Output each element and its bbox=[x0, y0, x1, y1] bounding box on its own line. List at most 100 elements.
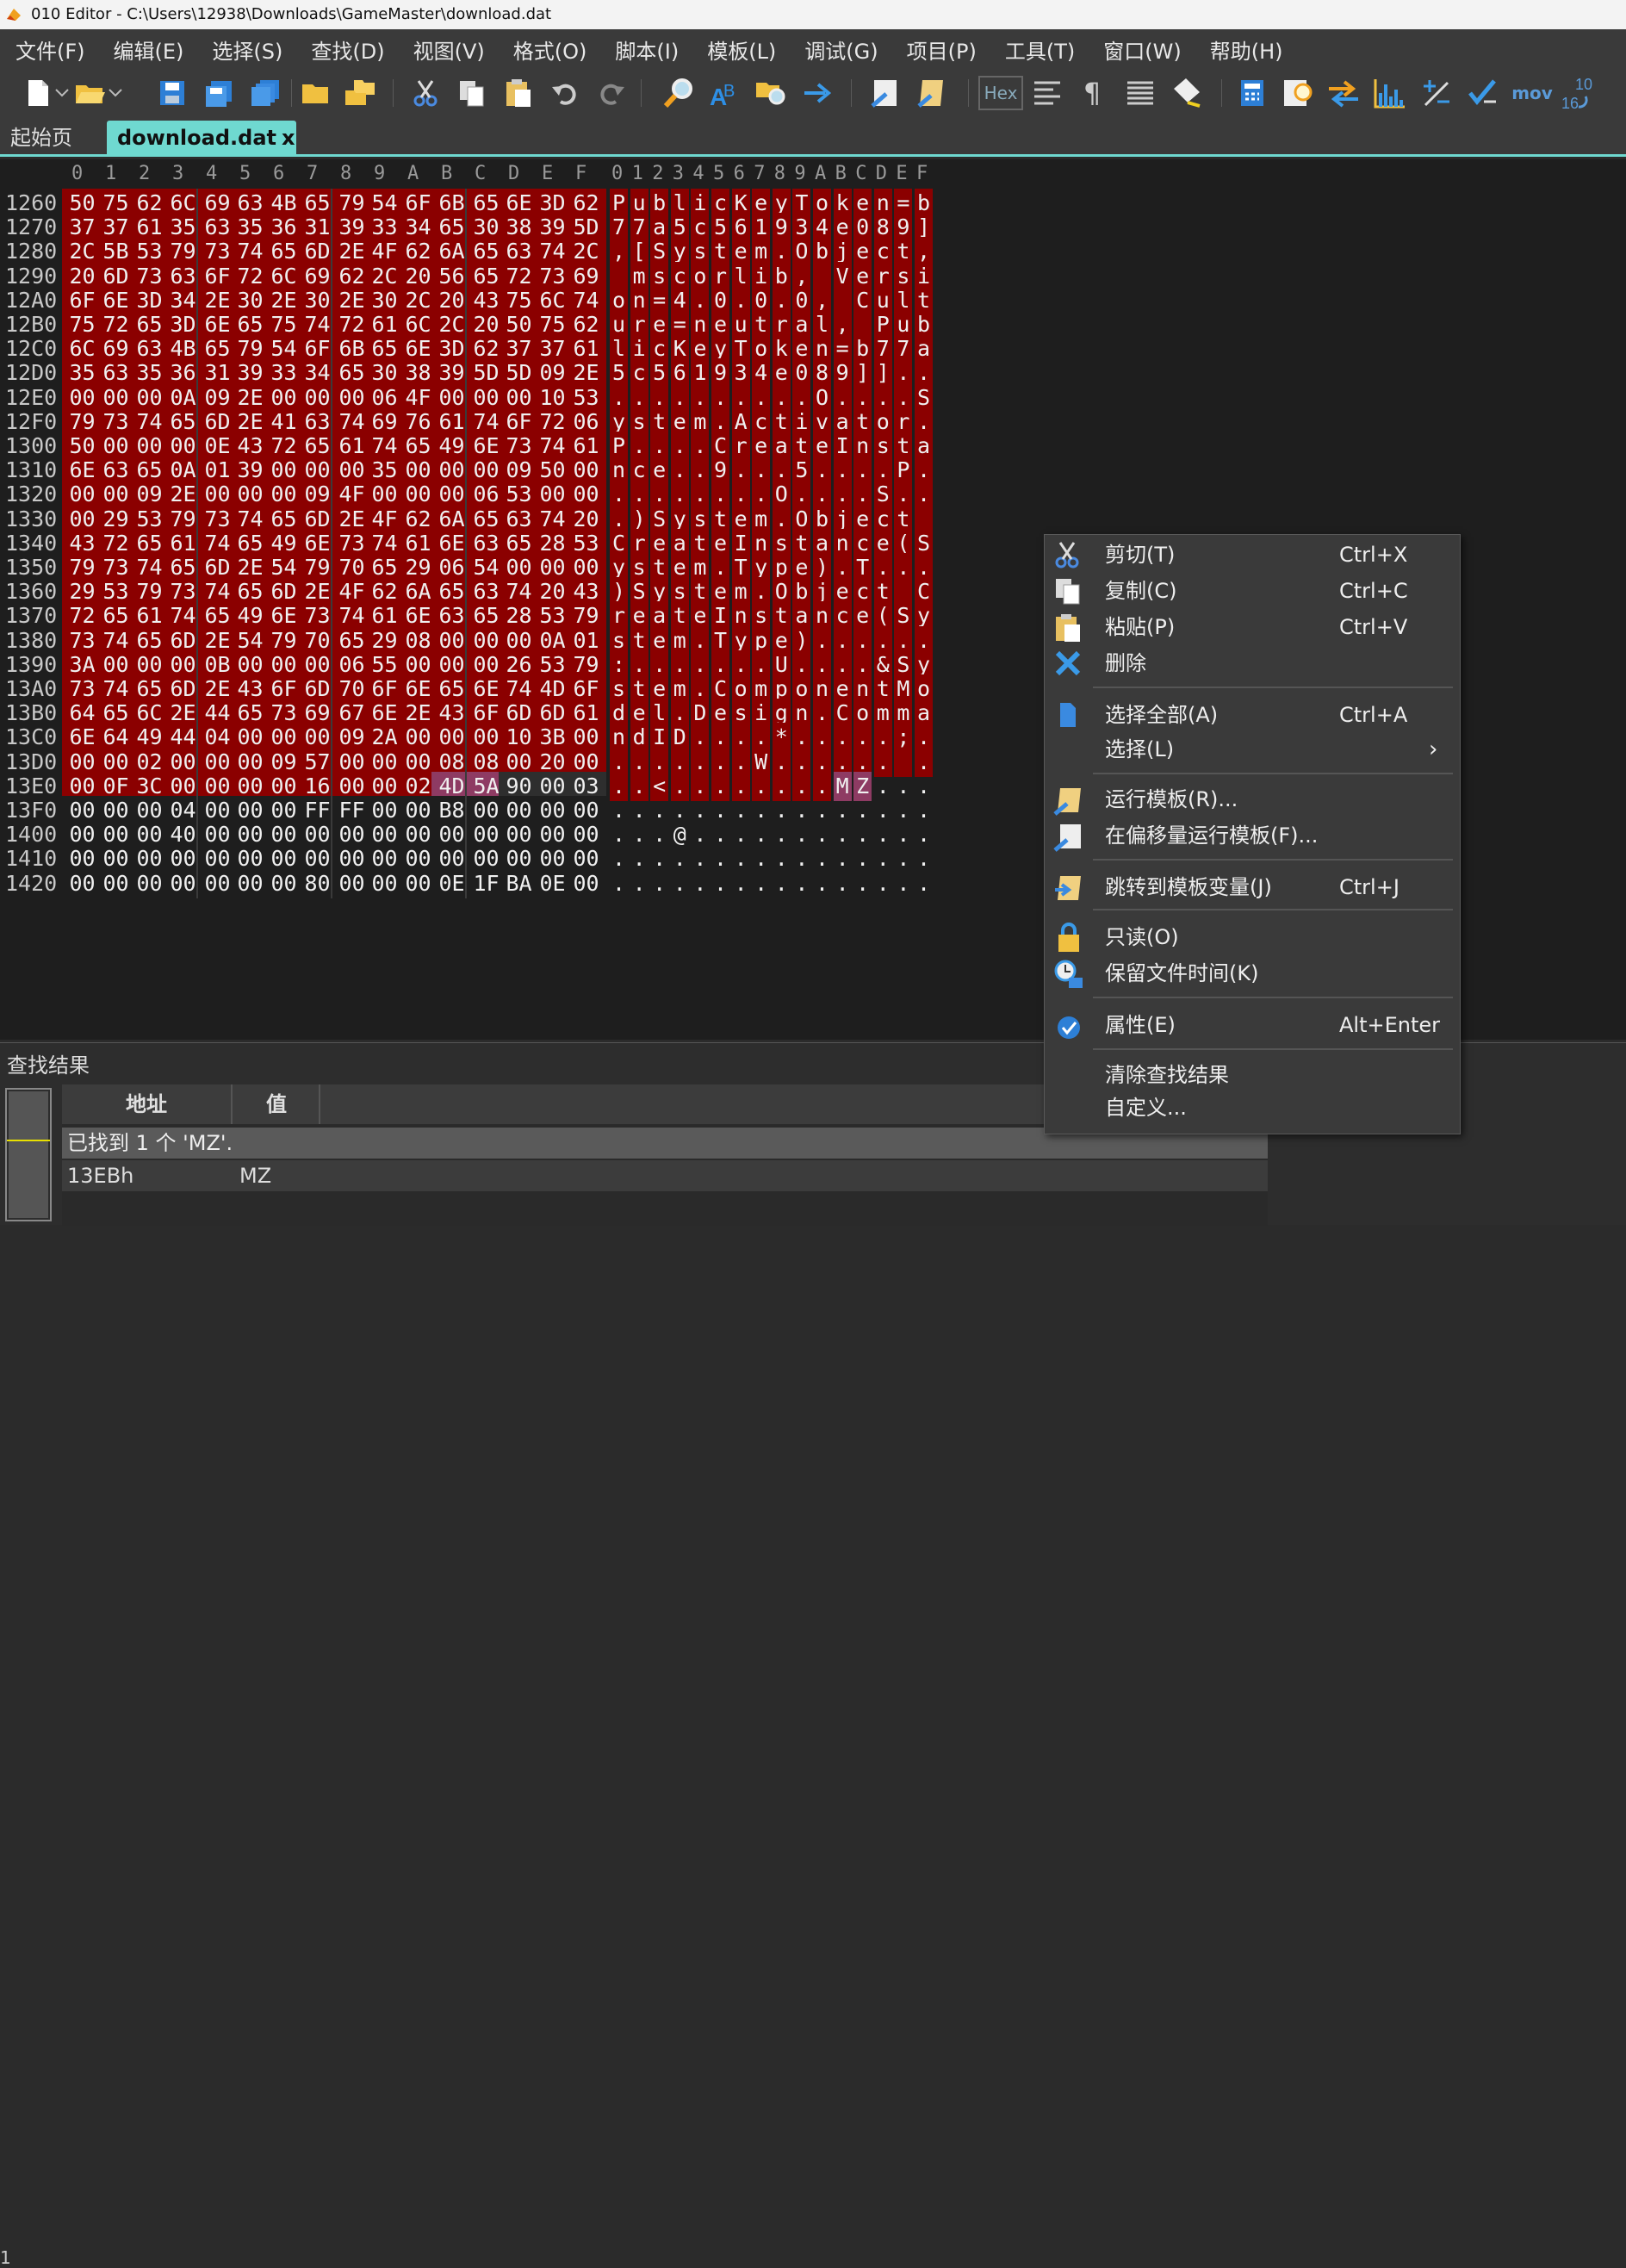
context-item-7[interactable]: 在偏移量运行模板(F)... bbox=[1045, 817, 1462, 854]
ascii-char[interactable]: . bbox=[834, 869, 852, 898]
open-folder-icon[interactable] bbox=[72, 76, 107, 110]
tab-start-page[interactable]: 起始页 bbox=[0, 121, 83, 155]
tab-download-dat[interactable]: download.dat x bbox=[107, 121, 296, 155]
run-script-icon[interactable] bbox=[916, 76, 951, 110]
context-item-2[interactable]: 粘贴(P) Ctrl+V bbox=[1045, 609, 1462, 645]
menu-item-8[interactable]: 调试(G) bbox=[796, 34, 886, 65]
disassembler-button[interactable]: mov bbox=[1511, 76, 1554, 110]
menu-item-7[interactable]: 模板(L) bbox=[698, 34, 785, 65]
run-template-icon[interactable] bbox=[870, 76, 904, 110]
jump-template-var-icon bbox=[1053, 873, 1086, 902]
ascii-char[interactable]: . bbox=[732, 869, 750, 898]
inspector-icon[interactable] bbox=[1280, 76, 1314, 110]
context-item-label: 只读(O) bbox=[1105, 925, 1179, 949]
ascii-char[interactable]: . bbox=[894, 869, 912, 898]
col-header-value[interactable]: 值 bbox=[234, 1084, 320, 1124]
goto-icon[interactable] bbox=[801, 76, 835, 110]
context-item-label: 跳转到模板变量(J) bbox=[1105, 875, 1272, 899]
find-icon[interactable] bbox=[661, 76, 696, 110]
workspace-icon[interactable] bbox=[343, 76, 377, 110]
menu-item-1[interactable]: 编辑(E) bbox=[105, 34, 193, 65]
context-item-10[interactable]: 保留文件时间(K) bbox=[1045, 955, 1462, 991]
undo-icon[interactable] bbox=[548, 76, 582, 110]
menu-item-2[interactable]: 选择(S) bbox=[203, 34, 291, 65]
find-in-files-icon[interactable] bbox=[754, 76, 789, 110]
calculator-icon[interactable] bbox=[1235, 76, 1269, 110]
context-item-5[interactable]: 选择(L) › bbox=[1045, 731, 1462, 767]
context-item-label: 剪切(T) bbox=[1105, 543, 1176, 567]
menu-item-10[interactable]: 工具(T) bbox=[996, 34, 1083, 65]
histogram-icon[interactable] bbox=[1373, 76, 1407, 110]
row-address: 1420 bbox=[5, 870, 58, 896]
context-item-label: 复制(C) bbox=[1105, 579, 1177, 603]
context-item-4[interactable]: 选择全部(A) Ctrl+A bbox=[1045, 697, 1462, 733]
context-item-6[interactable]: 运行模板(R)... bbox=[1045, 781, 1462, 817]
checksum-icon[interactable] bbox=[1466, 76, 1500, 110]
context-item-11[interactable]: 属性(E) Alt+Enter bbox=[1045, 1007, 1462, 1043]
menu-item-6[interactable]: 脚本(I) bbox=[606, 34, 687, 65]
ascii-char[interactable]: . bbox=[752, 869, 770, 898]
base-converter-button[interactable]: 10 16 bbox=[1559, 76, 1602, 112]
highlight-icon[interactable] bbox=[1170, 76, 1204, 110]
context-item-12[interactable]: 清除查找结果 bbox=[1045, 1057, 1462, 1093]
ascii-char[interactable]: . bbox=[711, 869, 729, 898]
context-item-label: 属性(E) bbox=[1105, 1013, 1176, 1037]
menu-item-4[interactable]: 视图(V) bbox=[405, 34, 493, 65]
context-item-label: 运行模板(R)... bbox=[1105, 787, 1238, 811]
ascii-char[interactable]: . bbox=[650, 869, 668, 898]
context-item-13[interactable]: 自定义... bbox=[1045, 1090, 1462, 1126]
ascii-char[interactable]: . bbox=[813, 869, 831, 898]
paragraph-icon[interactable]: ¶ bbox=[1075, 76, 1109, 110]
properties-icon bbox=[1053, 1010, 1086, 1040]
ascii-char[interactable]: . bbox=[792, 869, 810, 898]
ascii-char[interactable]: . bbox=[853, 869, 872, 898]
find-result-row[interactable]: 13EBh MZ bbox=[62, 1160, 1268, 1191]
scissors-icon[interactable] bbox=[408, 76, 443, 110]
columns-icon[interactable] bbox=[1123, 76, 1157, 110]
ascii-col-header: 4 bbox=[692, 163, 704, 184]
ascii-char[interactable]: . bbox=[630, 869, 649, 898]
context-item-1[interactable]: 复制(C) Ctrl+C bbox=[1045, 573, 1462, 609]
context-item-9[interactable]: 只读(O) bbox=[1045, 919, 1462, 955]
ascii-char[interactable]: . bbox=[610, 869, 628, 898]
ascii-char[interactable]: . bbox=[915, 869, 933, 898]
close-icon[interactable]: x bbox=[282, 126, 295, 150]
col-header-address[interactable]: 地址 bbox=[62, 1084, 233, 1124]
context-item-shortcut: Ctrl+V bbox=[1339, 615, 1408, 639]
column-mode-icon[interactable] bbox=[1030, 76, 1064, 110]
save-as-icon[interactable] bbox=[202, 76, 236, 110]
menu-item-12[interactable]: 帮助(H) bbox=[1201, 34, 1292, 65]
menu-item-3[interactable]: 查找(D) bbox=[302, 34, 393, 65]
ascii-col-header: E bbox=[896, 163, 908, 184]
find-results-scrollbar[interactable] bbox=[5, 1088, 52, 1221]
folder-icon[interactable] bbox=[298, 76, 332, 110]
new-dropdown-icon[interactable] bbox=[52, 76, 72, 110]
context-item-0[interactable]: 剪切(T) Ctrl+X bbox=[1045, 537, 1462, 573]
ascii-char[interactable]: . bbox=[874, 869, 892, 898]
ascii-col-header: 3 bbox=[672, 163, 685, 184]
context-item-3[interactable]: 删除 bbox=[1045, 645, 1462, 681]
ascii-col-header: 8 bbox=[773, 163, 786, 184]
new-file-icon[interactable] bbox=[21, 76, 55, 110]
paste-icon[interactable] bbox=[501, 76, 536, 110]
replace-icon[interactable]: AB bbox=[708, 76, 742, 110]
ascii-char[interactable]: . bbox=[773, 869, 791, 898]
redo-icon[interactable] bbox=[594, 76, 629, 110]
menu-item-11[interactable]: 窗口(W) bbox=[1095, 34, 1189, 65]
save-all-icon[interactable] bbox=[248, 76, 282, 110]
hex-mode-button[interactable]: Hex bbox=[978, 76, 1023, 110]
menu-item-9[interactable]: 项目(P) bbox=[898, 34, 985, 65]
compare-icon[interactable] bbox=[1326, 76, 1361, 110]
menu-item-0[interactable]: 文件(F) bbox=[7, 34, 94, 65]
copy-icon[interactable] bbox=[455, 76, 489, 110]
menu-item-5[interactable]: 格式(O) bbox=[505, 34, 596, 65]
menu-separator bbox=[1093, 997, 1453, 998]
hex-byte[interactable]: 00 bbox=[566, 868, 606, 898]
context-item-8[interactable]: 跳转到模板变量(J) Ctrl+J bbox=[1045, 869, 1462, 905]
operations-icon[interactable] bbox=[1419, 76, 1454, 110]
ascii-char[interactable]: . bbox=[691, 869, 709, 898]
ascii-char[interactable]: . bbox=[671, 869, 689, 898]
save-icon[interactable] bbox=[155, 76, 189, 110]
delete-icon bbox=[1053, 649, 1086, 678]
open-dropdown-icon[interactable] bbox=[105, 76, 126, 110]
